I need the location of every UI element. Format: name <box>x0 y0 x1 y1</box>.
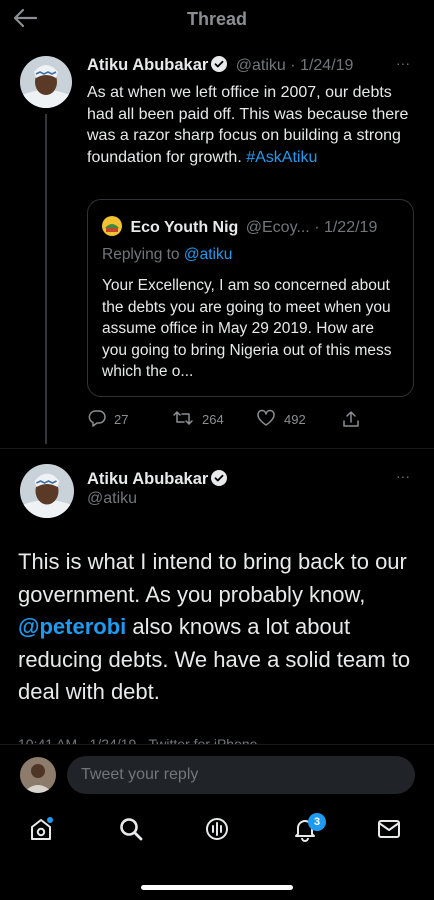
my-avatar[interactable] <box>20 757 56 793</box>
author-name[interactable]: Atiku Abubakar <box>87 470 208 488</box>
like-action[interactable]: 492 <box>256 408 306 430</box>
quoted-tweet-text: Your Excellency, I am so concerned about… <box>102 277 392 380</box>
reply-action[interactable]: 27 <box>88 408 128 430</box>
more-options-icon[interactable]: ··· <box>396 55 410 71</box>
author-handle: @atiku <box>235 57 286 74</box>
tweet-date: · 1/24/19 <box>290 57 354 74</box>
mail-icon[interactable] <box>372 812 406 846</box>
tweet-text-part: This is what I intend to bring back to o… <box>18 549 407 607</box>
reply-input[interactable]: Tweet your reply <box>67 756 415 794</box>
quoted-tweet[interactable]: Eco Youth Nig @Ecoy... · 1/22/19 Replyin… <box>87 199 414 397</box>
like-count: 492 <box>284 411 306 427</box>
tweet2-text: This is what I intend to bring back to o… <box>18 546 418 709</box>
tweet1-header: Atiku Abubakar @atiku · 1/24/19 <box>87 56 353 75</box>
quoted-author-handle: @Ecoy... <box>245 219 310 236</box>
tweet2-header: Atiku Abubakar <box>87 470 228 489</box>
home-icon[interactable] <box>24 812 58 846</box>
avatar[interactable] <box>20 464 74 518</box>
quoted-tweet-date: · 1/22/19 <box>314 219 378 236</box>
mention-link[interactable]: @peterobi <box>18 614 126 639</box>
thread-connector-line <box>45 114 47 444</box>
replying-to-label: Replying to <box>102 246 180 263</box>
hashtag-link[interactable]: #AskAtiku <box>246 149 317 166</box>
verified-badge-icon <box>211 470 228 486</box>
author-handle: @atiku <box>87 490 138 507</box>
share-icon[interactable] <box>342 408 360 430</box>
author-name[interactable]: Atiku Abubakar <box>87 56 208 74</box>
page-title: Thread <box>186 9 247 29</box>
heart-icon <box>256 409 276 430</box>
quoted-author-name: Eco Youth Nig <box>130 219 239 236</box>
home-indicator <box>141 885 293 890</box>
notification-badge: 3 <box>308 813 326 831</box>
retweet-icon <box>172 409 194 430</box>
thread-header: Thread <box>0 0 434 36</box>
retweet-count: 264 <box>202 411 224 427</box>
reply-icon <box>88 409 106 430</box>
more-options-icon[interactable]: ··· <box>396 468 410 484</box>
spaces-icon[interactable] <box>200 812 234 846</box>
verified-badge-icon <box>211 56 228 72</box>
retweet-action[interactable]: 264 <box>172 408 224 430</box>
replying-to: Replying to @atiku <box>102 246 232 264</box>
avatar[interactable] <box>20 56 72 108</box>
replying-to-handle[interactable]: @atiku <box>184 246 232 263</box>
tweet1-text: As at when we left office in 2007, our d… <box>87 82 417 168</box>
divider <box>0 448 434 449</box>
quoted-avatar <box>102 216 122 236</box>
search-icon[interactable] <box>114 812 148 846</box>
reply-count: 27 <box>114 411 129 427</box>
quoted-tweet-header: Eco Youth Nig @Ecoy... · 1/22/19 <box>102 216 377 237</box>
